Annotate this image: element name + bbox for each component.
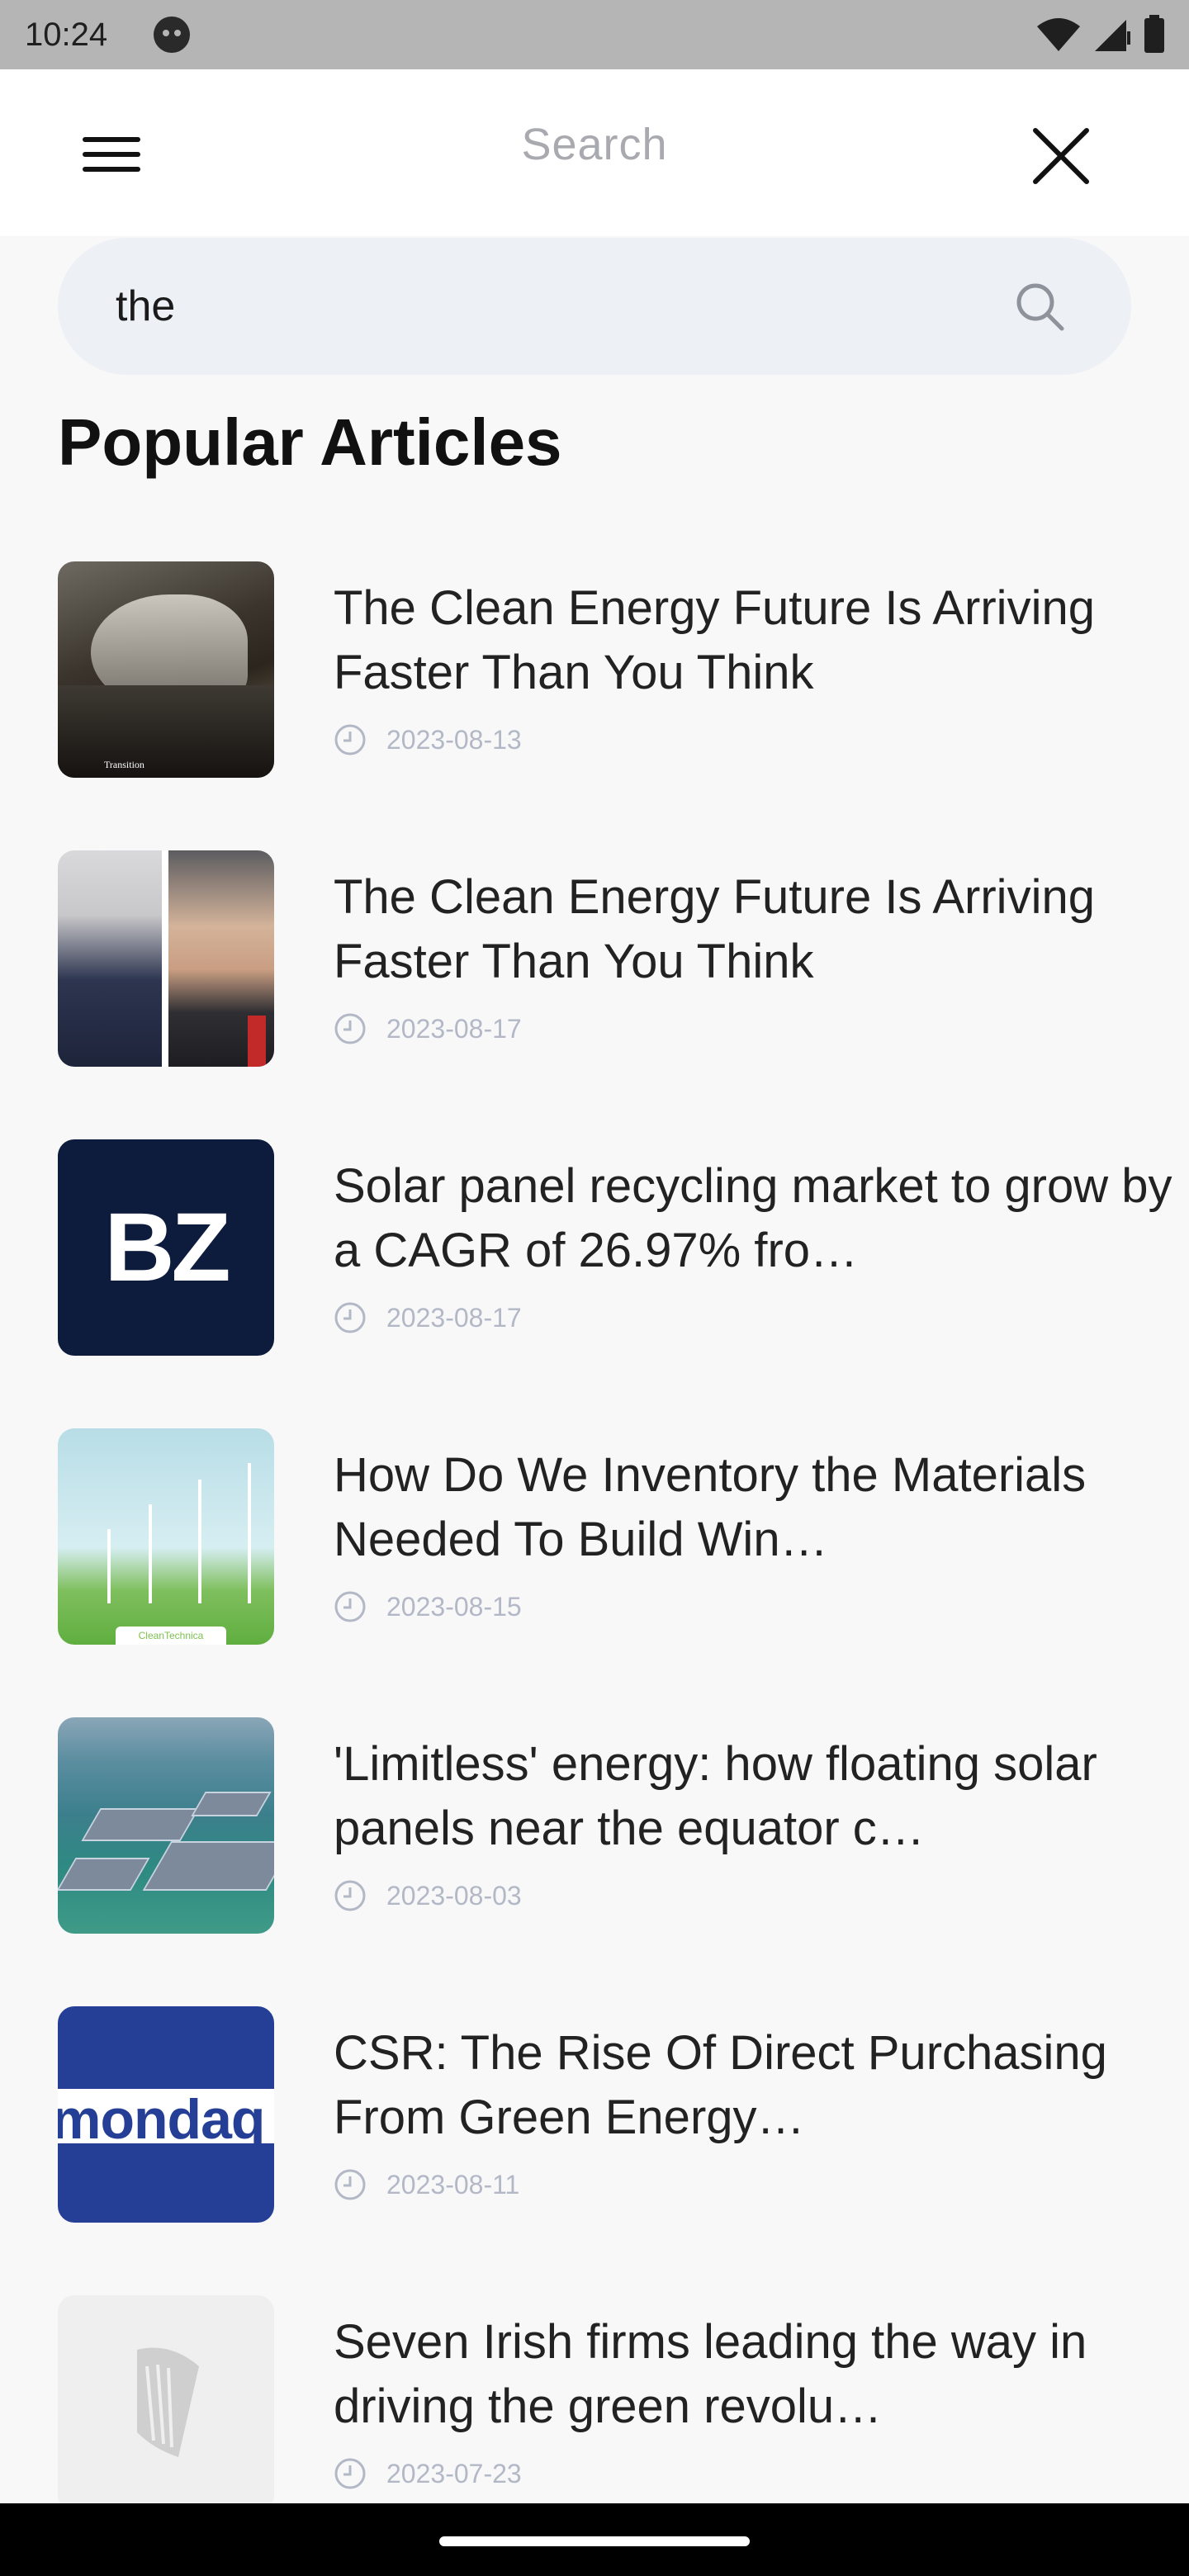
article-item[interactable]: mondaq CSR: The Rise Of Direct Purchasin…: [0, 2003, 1189, 2251]
article-thumbnail: Transition: [58, 561, 274, 778]
article-title: The Clean Energy Future Is Arriving Fast…: [334, 870, 1095, 988]
clock-icon: [334, 1591, 366, 1622]
status-bar: 10:24: [0, 0, 1189, 69]
clock-icon: [334, 1013, 366, 1044]
article-title: CSR: The Rise Of Direct Purchasing From …: [334, 2026, 1107, 2144]
article-date: 2023-08-03: [334, 1878, 522, 1914]
article-item[interactable]: Seven Irish firms leading the way in dri…: [0, 2292, 1189, 2540]
article-date: 2023-07-23: [334, 2455, 522, 2492]
article-date-text: 2023-08-11: [386, 2169, 520, 2200]
article-date-text: 2023-08-03: [386, 1880, 522, 1911]
status-time: 10:24: [25, 17, 108, 53]
article-date: 2023-08-13: [334, 722, 522, 758]
search-icon[interactable]: [1011, 277, 1070, 337]
article-thumbnail: CleanTechnica: [58, 1428, 274, 1645]
article-item[interactable]: Transition The Clean Energy Future Is Ar…: [0, 558, 1189, 806]
page-title: Search: [521, 120, 668, 169]
mondaq-logo: mondaq: [58, 2088, 265, 2151]
close-icon[interactable]: [1030, 125, 1092, 187]
article-title: The Clean Energy Future Is Arriving Fast…: [334, 581, 1095, 699]
search-bar: [58, 238, 1131, 375]
article-date-text: 2023-08-17: [386, 1013, 522, 1044]
article-thumbnail: [58, 2295, 274, 2512]
article-title: Seven Irish firms leading the way in dri…: [334, 2315, 1087, 2433]
navigation-bar: [0, 2503, 1189, 2576]
article-title: Solar panel recycling market to grow by …: [334, 1159, 1172, 1277]
article-date-text: 2023-07-23: [386, 2458, 522, 2488]
section-title: Popular Articles: [58, 405, 562, 479]
signal-icon: [1095, 20, 1130, 51]
article-item[interactable]: 'Limitless' energy: how floating solar p…: [0, 1714, 1189, 1962]
cleantechnica-logo: CleanTechnica: [116, 1627, 226, 1645]
article-date: 2023-08-17: [334, 1011, 522, 1047]
harp-icon: [137, 2347, 199, 2457]
article-date: 2023-08-11: [334, 2166, 519, 2203]
clock-icon: [334, 1302, 366, 1333]
battery-icon: [1144, 15, 1164, 53]
article-date-text: 2023-08-13: [386, 724, 522, 755]
notification-icon: [154, 17, 190, 53]
article-thumbnail: BZ: [58, 1139, 274, 1356]
article-thumbnail: [58, 850, 274, 1067]
benzinga-logo: BZ: [104, 1193, 230, 1302]
clock-icon: [334, 1880, 366, 1911]
wifi-icon: [1037, 18, 1080, 51]
article-date-text: 2023-08-15: [386, 1591, 522, 1622]
article-thumbnail: mondaq: [58, 2006, 274, 2223]
clock-icon: [334, 2169, 366, 2200]
article-item[interactable]: CleanTechnica How Do We Inventory the Ma…: [0, 1425, 1189, 1673]
clock-icon: [334, 2458, 366, 2489]
article-title: How Do We Inventory the Materials Needed…: [334, 1448, 1087, 1566]
article-item[interactable]: The Clean Energy Future Is Arriving Fast…: [0, 847, 1189, 1095]
clock-icon: [334, 724, 366, 755]
thumbnail-caption: Transition: [104, 759, 144, 770]
home-gesture-handle[interactable]: [439, 2536, 750, 2546]
article-date-text: 2023-08-17: [386, 1302, 522, 1333]
article-item[interactable]: BZ Solar panel recycling market to grow …: [0, 1136, 1189, 1384]
status-icons: [1035, 15, 1166, 54]
article-date: 2023-08-17: [334, 1300, 522, 1336]
article-thumbnail: [58, 1717, 274, 1934]
article-title: 'Limitless' energy: how floating solar p…: [334, 1737, 1097, 1855]
search-input[interactable]: [116, 271, 941, 342]
article-date: 2023-08-15: [334, 1589, 522, 1625]
app-bar: Search: [0, 69, 1189, 236]
